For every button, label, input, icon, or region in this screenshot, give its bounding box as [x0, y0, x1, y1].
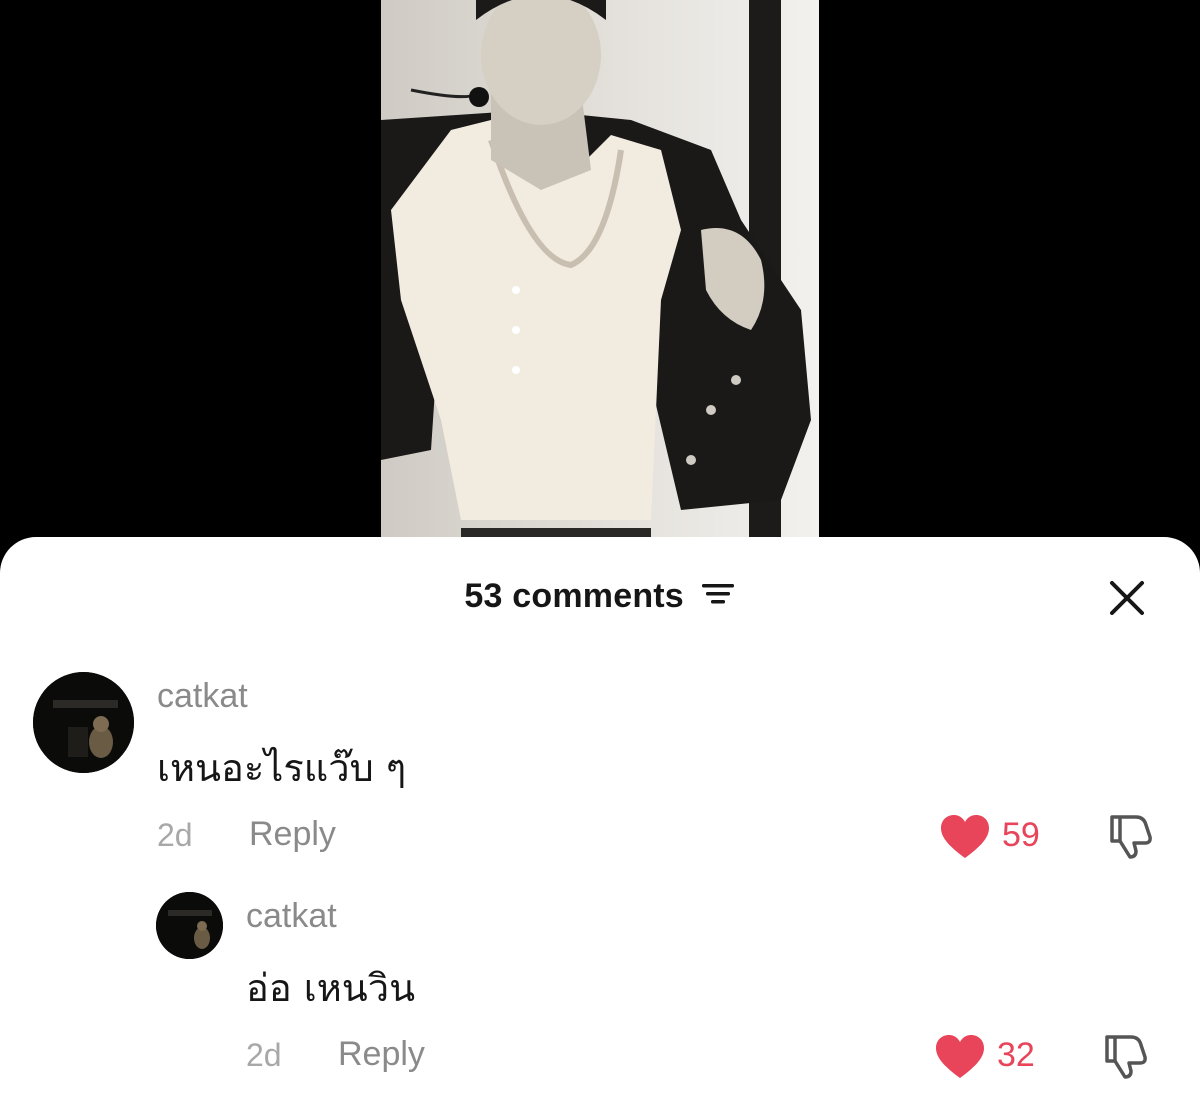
- reply-button[interactable]: Reply: [249, 815, 336, 854]
- like-count: 32: [997, 1036, 1035, 1074]
- comment-username[interactable]: catkat: [246, 897, 337, 936]
- reply-comment-item: catkat อ่อ เหนวิน 2d Reply 32: [0, 867, 1200, 1107]
- comments-sheet: 53 comments catkat เหนอะไรแว๊บ ๆ 2d Repl…: [0, 537, 1200, 1107]
- comment-text: เหนอะไรแว๊บ ๆ: [157, 746, 407, 790]
- dislike-icon[interactable]: [1101, 1031, 1151, 1081]
- like-button[interactable]: 59: [940, 812, 1050, 862]
- comment-text: อ่อ เหนวิน: [246, 966, 416, 1010]
- avatar[interactable]: [33, 672, 134, 773]
- avatar[interactable]: [156, 892, 223, 959]
- video-frame: [381, 0, 819, 560]
- reply-button[interactable]: Reply: [338, 1035, 425, 1074]
- like-button[interactable]: 32: [935, 1032, 1045, 1082]
- video-still-image: [381, 0, 819, 560]
- heart-icon: [941, 815, 989, 858]
- comment-time: 2d: [246, 1037, 282, 1073]
- comment-username[interactable]: catkat: [157, 677, 248, 716]
- comment-item: catkat เหนอะไรแว๊บ ๆ 2d Reply 59: [0, 537, 1200, 867]
- video-player[interactable]: [0, 0, 1200, 560]
- dislike-icon[interactable]: [1106, 811, 1156, 861]
- like-count: 59: [1002, 816, 1040, 854]
- comment-time: 2d: [157, 817, 193, 853]
- heart-icon: [936, 1035, 984, 1078]
